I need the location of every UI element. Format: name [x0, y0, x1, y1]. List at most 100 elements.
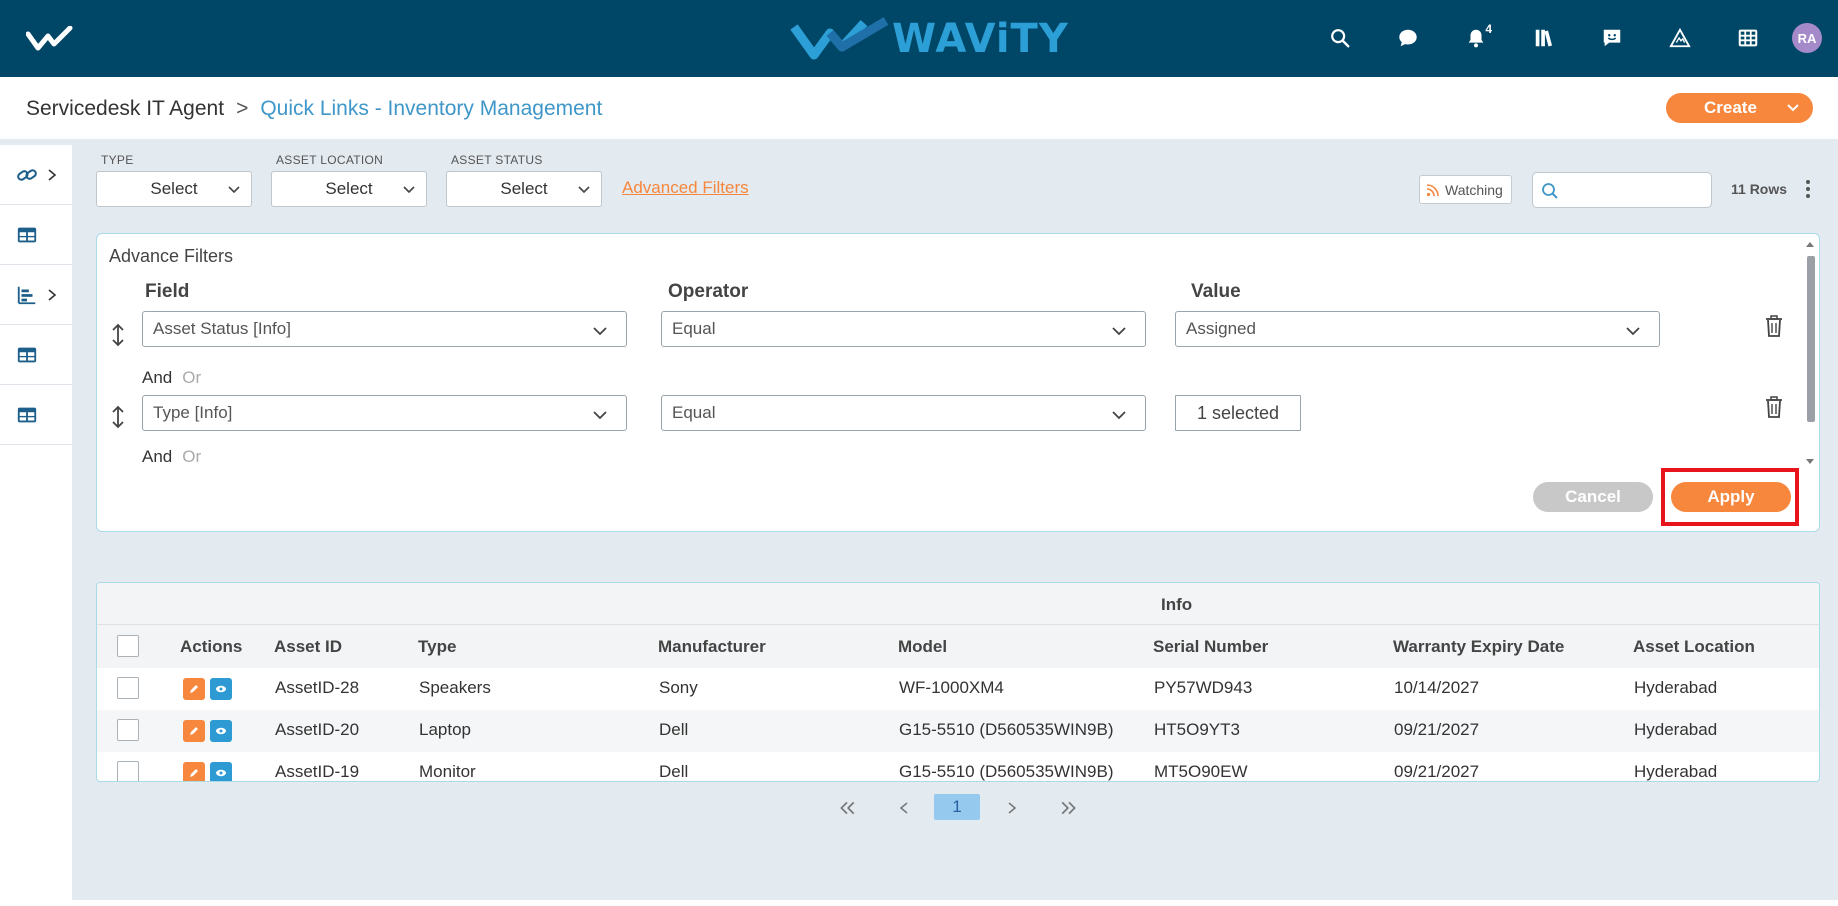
column-header-warranty-expiry-date[interactable]: Warranty Expiry Date: [1393, 637, 1564, 657]
last-page-icon[interactable]: [1060, 795, 1078, 821]
asset-id-cell: AssetID-28: [275, 678, 360, 697]
table-row[interactable]: AssetID-28 Speakers Sony WF-1000XM4 PY57…: [97, 668, 1819, 710]
or-option[interactable]: Or: [182, 447, 201, 466]
search-icon[interactable]: [1322, 20, 1358, 56]
and-option[interactable]: And: [142, 368, 172, 387]
chat-icon[interactable]: [1390, 20, 1426, 56]
next-page-icon[interactable]: [1004, 795, 1020, 821]
filter-operator-select[interactable]: Equal: [661, 395, 1146, 431]
create-button[interactable]: Create: [1666, 93, 1813, 123]
row-checkbox[interactable]: [117, 761, 139, 781]
delete-trash-icon[interactable]: [1763, 314, 1785, 338]
link-icon: [17, 168, 37, 181]
delete-trash-icon[interactable]: [1763, 395, 1785, 419]
type-filter-select[interactable]: Select: [96, 171, 252, 207]
bar-chart-icon: [17, 286, 36, 304]
info-group-label: Info: [1161, 595, 1193, 614]
edit-icon[interactable]: [183, 678, 205, 700]
filter-operator-value: Equal: [672, 319, 716, 338]
watching-label: Watching: [1445, 181, 1503, 198]
current-page-button[interactable]: 1: [934, 794, 980, 820]
feedback-message-icon[interactable]: [1594, 20, 1630, 56]
table-row[interactable]: AssetID-20 Laptop Dell G15-5510 (D560535…: [97, 710, 1819, 752]
chevron-down-icon: [1112, 411, 1126, 420]
view-eye-icon[interactable]: [210, 762, 232, 781]
assets-table: Info Actions Asset ID Type Manufacturer …: [96, 582, 1820, 782]
rss-feed-icon: [1426, 183, 1439, 196]
scroll-up-arrow[interactable]: [1806, 242, 1814, 247]
location-filter-select[interactable]: Select: [271, 171, 427, 207]
filter-field-value: Type [Info]: [153, 403, 233, 422]
filter-field-select[interactable]: Asset Status [Info]: [142, 311, 627, 347]
library-books-icon[interactable]: [1526, 20, 1562, 56]
breadcrumb-current[interactable]: Quick Links - Inventory Management: [260, 97, 602, 121]
model-cell: WF-1000XM4: [899, 678, 1004, 697]
apps-grid-icon[interactable]: [1730, 20, 1766, 56]
first-page-icon[interactable]: [838, 795, 856, 821]
type-filter-label: TYPE: [101, 153, 134, 167]
chevron-right-icon: [48, 168, 57, 181]
serial-number-cell: MT5O90EW: [1154, 762, 1248, 781]
serial-number-cell: PY57WD943: [1154, 678, 1253, 697]
sidebar-item-table-3[interactable]: [0, 385, 72, 445]
view-eye-icon[interactable]: [210, 720, 232, 742]
advance-filters-panel: Advance Filters Field Operator Value Ass…: [96, 233, 1820, 532]
filter-operator-select[interactable]: Equal: [661, 311, 1146, 347]
or-option[interactable]: Or: [182, 368, 201, 387]
chevron-down-icon: [403, 186, 415, 194]
more-options-icon[interactable]: [1802, 178, 1814, 200]
watching-button[interactable]: Watching: [1419, 175, 1512, 204]
scroll-down-arrow[interactable]: [1806, 459, 1814, 464]
sidebar-item-quick-links[interactable]: [0, 145, 72, 205]
panel-scrollbar-thumb[interactable]: [1807, 256, 1815, 422]
status-filter-value: Select: [500, 179, 548, 198]
column-header-manufacturer[interactable]: Manufacturer: [658, 637, 766, 657]
column-header-asset-location[interactable]: Asset Location: [1633, 637, 1755, 657]
table-search-box[interactable]: [1532, 172, 1712, 208]
manufacturer-cell: Dell: [659, 762, 689, 781]
row-checkbox[interactable]: [117, 677, 139, 699]
filter-value-text: Assigned: [1186, 319, 1256, 338]
brand-mark-icon: [790, 17, 889, 60]
sidebar-item-table-1[interactable]: [0, 205, 72, 265]
advanced-filters-link[interactable]: Advanced Filters: [622, 178, 749, 198]
previous-page-icon[interactable]: [896, 795, 912, 821]
drag-handle-icon[interactable]: [109, 322, 127, 348]
view-eye-icon[interactable]: [210, 678, 232, 700]
status-filter-select[interactable]: Select: [446, 171, 602, 207]
notifications-bell-icon[interactable]: 4: [1458, 20, 1494, 56]
create-button-label: Create: [1704, 98, 1757, 117]
row-checkbox[interactable]: [117, 719, 139, 741]
alert-triangle-icon[interactable]: [1662, 20, 1698, 56]
type-cell: Monitor: [419, 762, 476, 781]
filter-field-select[interactable]: Type [Info]: [142, 395, 627, 431]
select-all-checkbox[interactable]: [117, 635, 139, 657]
chevron-down-icon[interactable]: [1785, 100, 1801, 116]
sidebar-item-reports[interactable]: [0, 265, 72, 325]
serial-number-cell: HT5O9YT3: [1154, 720, 1240, 739]
filter-multi-value-button[interactable]: 1 selected: [1175, 395, 1301, 431]
table-row[interactable]: AssetID-19 Monitor Dell G15-5510 (D56053…: [97, 752, 1819, 781]
edit-icon[interactable]: [183, 720, 205, 742]
edit-icon[interactable]: [183, 762, 205, 781]
sidebar-item-table-2[interactable]: [0, 325, 72, 385]
logic-toggle: And Or: [142, 368, 201, 388]
column-header-asset-id[interactable]: Asset ID: [274, 637, 342, 657]
column-header-type[interactable]: Type: [418, 637, 456, 657]
breadcrumb-root[interactable]: Servicedesk IT Agent: [26, 97, 224, 121]
user-avatar[interactable]: RA: [1792, 23, 1822, 53]
bottom-strip: [0, 900, 1838, 906]
and-option[interactable]: And: [142, 447, 172, 466]
wavity-small-logo-icon[interactable]: [26, 26, 76, 52]
drag-handle-icon[interactable]: [109, 404, 127, 430]
type-cell: Speakers: [419, 678, 491, 697]
column-header-serial-number[interactable]: Serial Number: [1153, 637, 1268, 657]
table-search-input[interactable]: [1565, 177, 1705, 203]
filter-value-select[interactable]: Assigned: [1175, 311, 1660, 347]
column-header-model[interactable]: Model: [898, 637, 947, 657]
manufacturer-cell: Dell: [659, 720, 689, 739]
cancel-button[interactable]: Cancel: [1533, 482, 1653, 512]
breadcrumb: Servicedesk IT Agent > Quick Links - Inv…: [26, 97, 602, 121]
warranty-date-cell: 09/21/2027: [1394, 762, 1480, 781]
asset-id-cell: AssetID-19: [275, 762, 360, 781]
